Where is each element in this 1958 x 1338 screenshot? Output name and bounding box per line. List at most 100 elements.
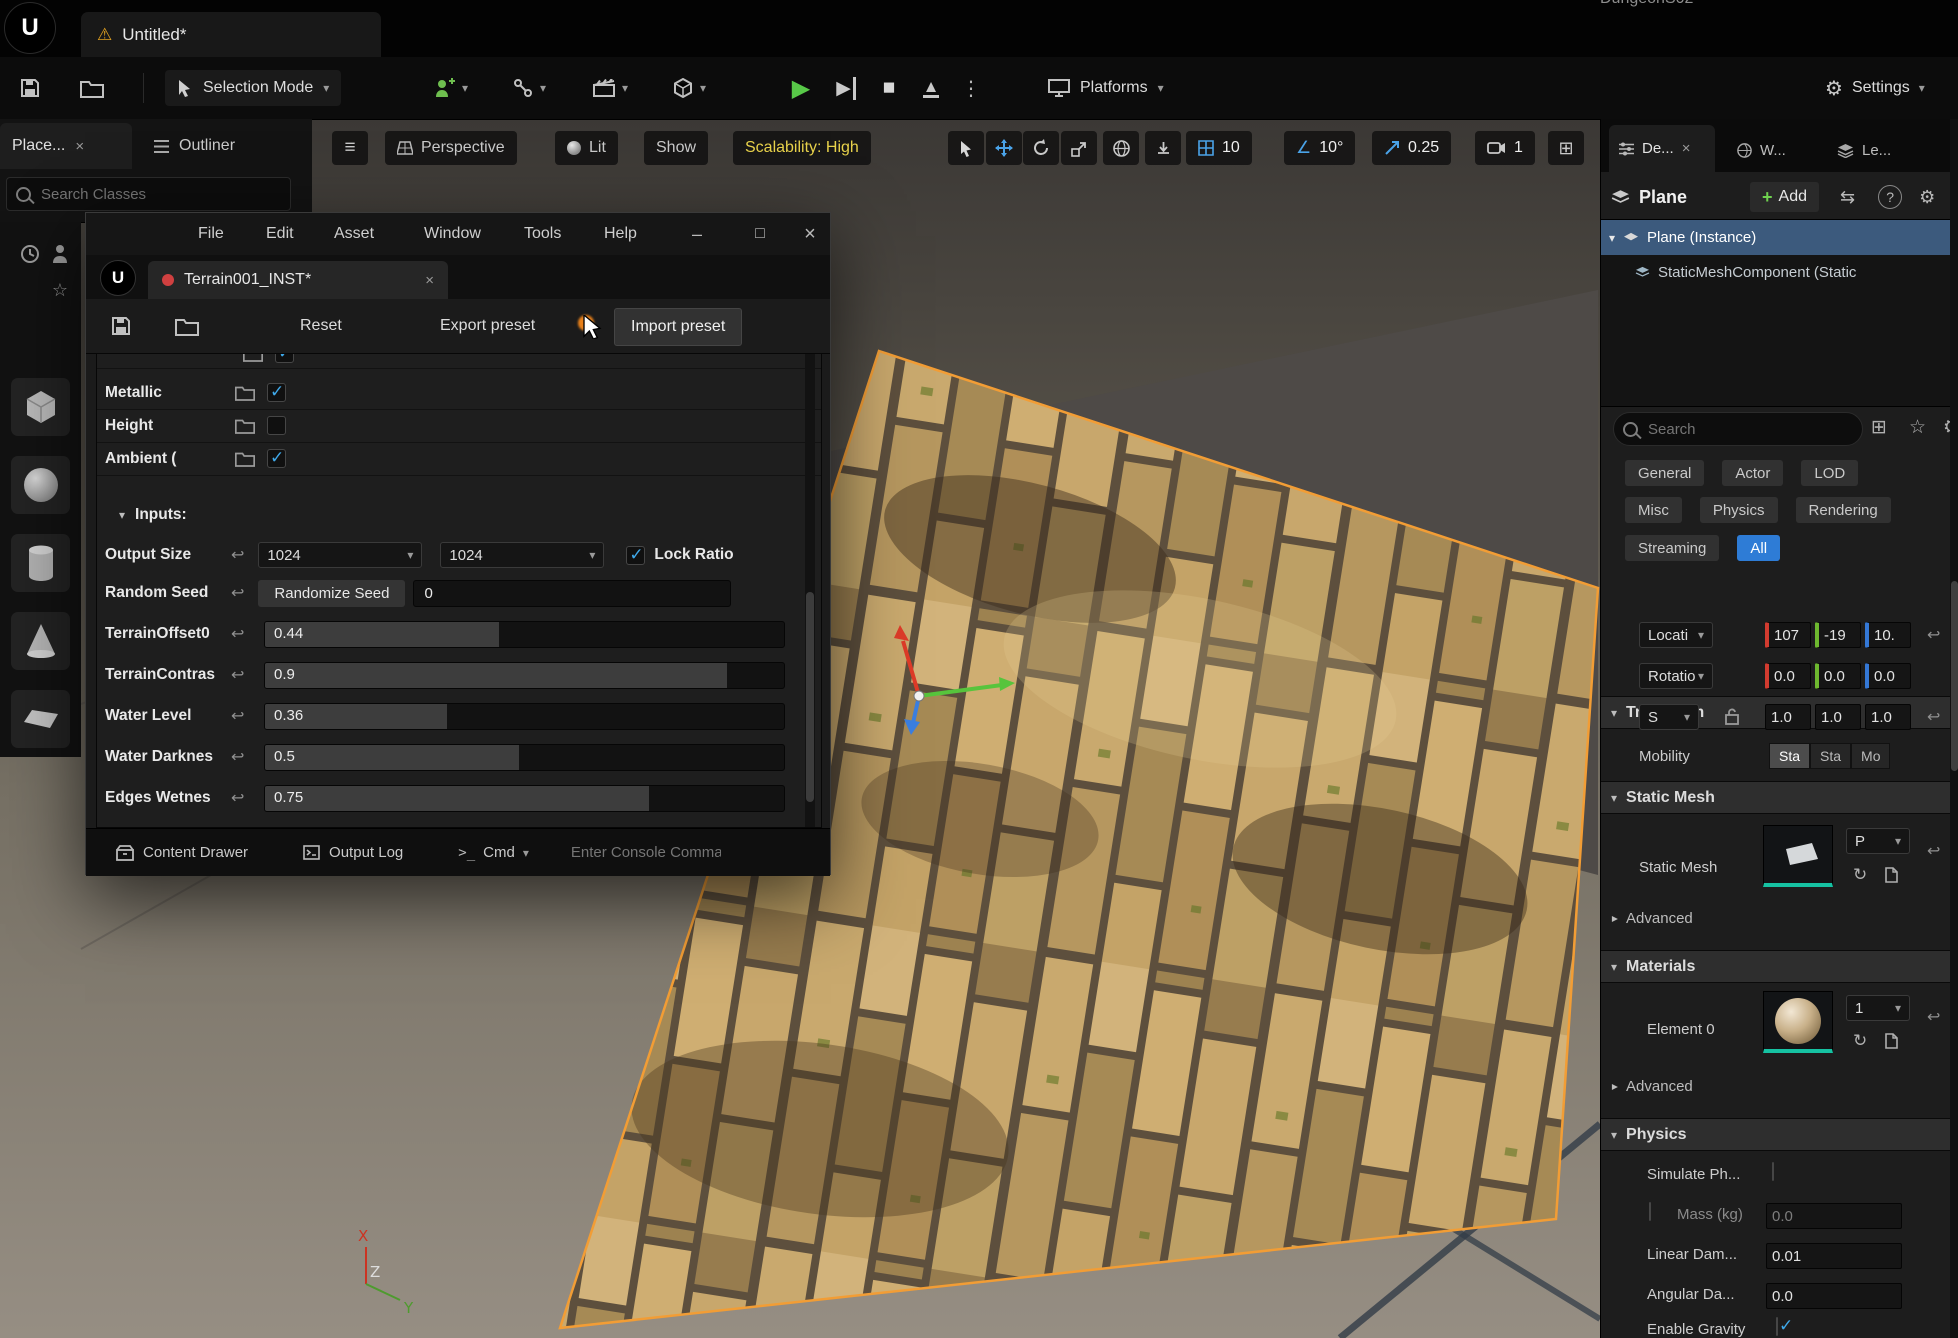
reset-location-icon[interactable]: ↩ [1927, 625, 1940, 645]
menu-asset[interactable]: Asset [334, 225, 374, 243]
randomize-seed-button[interactable]: Randomize Seed [258, 580, 405, 607]
rotation-dropdown[interactable]: Rotatio ▾ [1639, 663, 1713, 689]
edges-wetness-slider[interactable]: 0.75 [264, 785, 785, 812]
scale-y-field[interactable]: 1.0 [1815, 704, 1861, 730]
location-z-field[interactable]: 10. [1865, 622, 1911, 648]
materials-advanced-row[interactable]: ▾ Advanced [1611, 1078, 1693, 1095]
rotation-z-field[interactable]: 0.0 [1865, 663, 1911, 689]
export-preset-button[interactable]: Export preset [426, 310, 549, 342]
show-dropdown[interactable]: Show [644, 131, 708, 165]
console-input-wrap[interactable] [569, 843, 721, 862]
asset-browse-button[interactable] [168, 308, 206, 344]
scale-x-field[interactable]: 1.0 [1765, 704, 1811, 730]
texture-checkbox[interactable] [275, 353, 294, 363]
search-classes-input[interactable] [39, 185, 281, 204]
output-log-button[interactable]: Output Log [303, 844, 403, 861]
staticmesh-advanced-row[interactable]: ▾ Advanced [1611, 910, 1693, 927]
reset-param-icon[interactable]: ↩ [231, 665, 244, 685]
scrollbar-thumb[interactable] [1951, 581, 1958, 771]
tab-world-settings[interactable]: W... [1727, 129, 1817, 172]
quick-create-button[interactable]: ▾ [665, 70, 714, 106]
texture-browse-icon[interactable] [235, 384, 255, 401]
texture-browse-icon[interactable] [235, 417, 255, 434]
rotate-tool-button[interactable] [1023, 131, 1059, 165]
content-drawer-button[interactable]: Content Drawer [116, 844, 248, 861]
camera-views-button[interactable]: 1 [1475, 131, 1535, 165]
unreal-logo[interactable]: U [4, 2, 56, 54]
cone-shape-button[interactable] [11, 612, 70, 670]
filter-physics[interactable]: Physics [1700, 497, 1778, 523]
staticmesh-asset-dropdown[interactable]: P ▾ [1846, 828, 1910, 854]
mobility-movable-button[interactable]: Mo [1851, 743, 1890, 769]
linear-damping-field[interactable]: 0.01 [1766, 1243, 1902, 1269]
reset-param-icon[interactable]: ↩ [231, 747, 244, 767]
terrain-offset-slider[interactable]: 0.44 [264, 621, 785, 648]
favorites-filter-icon[interactable]: ☆ [1909, 416, 1926, 439]
scale-dropdown[interactable]: S ▾ [1639, 704, 1699, 730]
mass-field[interactable]: 0.0 [1766, 1203, 1902, 1229]
simulate-physics-checkbox[interactable] [1772, 1162, 1774, 1181]
output-width-dropdown[interactable]: 1024 ▾ [258, 542, 422, 568]
angular-damping-field[interactable]: 0.0 [1766, 1283, 1902, 1309]
play-options-button[interactable]: ⋮ [956, 68, 986, 108]
selection-mode-dropdown[interactable]: Selection Mode ▾ [165, 70, 341, 106]
viewport-options-button[interactable]: ≡ [332, 131, 368, 165]
enable-gravity-checkbox[interactable] [1776, 1317, 1778, 1336]
reset-param-icon[interactable]: ↩ [231, 788, 244, 808]
lock-ratio-checkbox[interactable] [626, 546, 645, 565]
blueprints-button[interactable]: ▾ [505, 70, 554, 106]
reset-param-icon[interactable]: ↩ [231, 624, 244, 644]
grid-snap-button[interactable]: 10 [1186, 131, 1252, 165]
window-minimize-button[interactable]: – [677, 213, 717, 255]
reset-material-icon[interactable]: ↩ [1927, 1007, 1940, 1027]
output-height-dropdown[interactable]: 1024 ▾ [440, 542, 604, 568]
convert-actor-icon[interactable]: ⇆ [1840, 187, 1855, 208]
tab-details[interactable]: De... × [1609, 125, 1715, 172]
frame-skip-button[interactable]: ▶ [826, 68, 866, 108]
plane-shape-button[interactable] [11, 690, 70, 748]
reset-param-icon[interactable]: ↩ [231, 583, 244, 603]
reset-scale-icon[interactable]: ↩ [1927, 707, 1940, 727]
mobility-stationary-button[interactable]: Sta [1810, 743, 1851, 769]
materials-section-header[interactable]: ▾ Materials [1601, 950, 1958, 983]
select-tool-button[interactable] [948, 131, 984, 165]
reset-button[interactable]: Reset [286, 310, 356, 342]
lock-details-icon[interactable]: ⚙ [1919, 187, 1935, 208]
location-x-field[interactable]: 107 [1765, 622, 1811, 648]
staticmesh-section-header[interactable]: ▾ Static Mesh [1601, 781, 1958, 814]
filter-all[interactable]: All [1737, 535, 1780, 561]
menu-tools[interactable]: Tools [524, 225, 561, 243]
cmd-dropdown[interactable]: >_ Cmd ▾ [458, 844, 529, 861]
menu-window[interactable]: Window [424, 225, 481, 243]
details-scrollbar[interactable] [1950, 119, 1958, 1338]
height-checkbox[interactable] [267, 416, 286, 435]
texture-browse-icon[interactable] [235, 450, 255, 467]
camera-speed-button[interactable]: 0.25 [1372, 131, 1451, 165]
rotation-x-field[interactable]: 0.0 [1765, 663, 1811, 689]
filter-misc[interactable]: Misc [1625, 497, 1682, 523]
expander-icon[interactable]: ▾ [1609, 231, 1615, 245]
physics-section-header[interactable]: ▾ Physics [1601, 1118, 1958, 1151]
search-classes-box[interactable] [6, 177, 291, 211]
rotation-snap-button[interactable]: ∠ 10° [1284, 131, 1355, 165]
terrain-contrast-slider[interactable]: 0.9 [264, 662, 785, 689]
lit-dropdown[interactable]: Lit [555, 131, 618, 165]
browse-content-button[interactable] [72, 68, 112, 108]
scalability-button[interactable]: Scalability: High [733, 131, 871, 165]
add-actor-button[interactable]: ▾ [425, 70, 476, 106]
perspective-dropdown[interactable]: Perspective [385, 131, 517, 165]
reset-staticmesh-icon[interactable]: ↩ [1927, 841, 1940, 861]
water-darkness-slider[interactable]: 0.5 [264, 744, 785, 771]
menu-help[interactable]: Help [604, 225, 637, 243]
eject-button[interactable]: ▲ [911, 68, 951, 108]
filter-rendering[interactable]: Rendering [1796, 497, 1891, 523]
sphere-shape-button[interactable] [11, 456, 70, 514]
window-close-button[interactable]: × [790, 213, 830, 255]
location-y-field[interactable]: -19 [1815, 622, 1861, 648]
staticmesh-thumbnail[interactable] [1763, 825, 1833, 887]
metallic-checkbox[interactable] [267, 383, 286, 402]
scale-tool-button[interactable] [1061, 131, 1097, 165]
settings-dropdown[interactable]: ⚙ Settings ▾ [1815, 70, 1935, 106]
import-preset-button[interactable]: Import preset [614, 308, 742, 346]
ambient-checkbox[interactable] [267, 449, 286, 468]
